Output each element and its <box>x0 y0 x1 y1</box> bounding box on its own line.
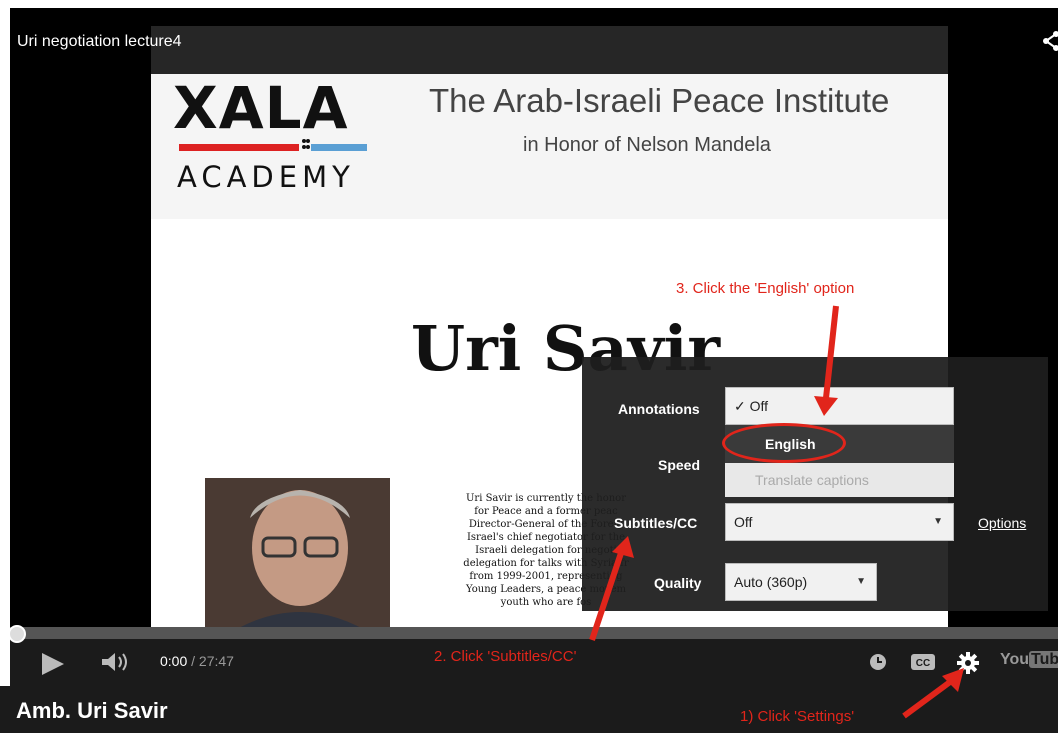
options-link[interactable]: Options <box>978 515 1026 531</box>
subtitles-label: Subtitles/CC <box>614 515 698 531</box>
logo-red-bar <box>179 144 299 151</box>
speaker-portrait <box>205 478 390 636</box>
quality-label: Quality <box>654 575 702 591</box>
quality-select[interactable]: Auto (360p) ▼ <box>725 563 877 601</box>
speed-label: Speed <box>658 457 701 473</box>
logo-dots-icon <box>302 139 310 149</box>
tutorial-screenshot: ꓫALA ACADEMY The Arab-Israeli Peace Inst… <box>0 0 1058 733</box>
portrait-illustration <box>205 478 390 636</box>
cc-icon[interactable]: CC <box>910 651 936 673</box>
logo-subtext: ACADEMY <box>177 160 355 194</box>
instruction-step-2: 2. Click 'Subtitles/CC' <box>434 648 577 665</box>
play-icon[interactable] <box>42 653 64 675</box>
annotations-select[interactable]: ✓ Off <box>725 387 954 425</box>
highlight-oval <box>722 423 846 463</box>
yala-academy-logo: ꓫALA ACADEMY <box>173 74 373 204</box>
slide-header: ꓫALA ACADEMY The Arab-Israeli Peace Inst… <box>151 26 948 219</box>
instruction-step-1: 1) Click 'Settings' <box>740 708 855 725</box>
time-total: / 27:47 <box>187 653 234 669</box>
svg-text:CC: CC <box>916 658 930 669</box>
settings-panel: Annotations ✓ Off English Speed Translat… <box>582 357 1048 611</box>
clock-icon[interactable] <box>868 651 888 673</box>
youtube-logo[interactable]: YouTube <box>1000 651 1058 669</box>
volume-icon[interactable] <box>100 651 134 673</box>
scrubber-handle[interactable] <box>8 625 26 643</box>
time-display: 0:00 / 27:47 <box>160 653 234 669</box>
time-current: 0:00 <box>160 653 188 669</box>
slide-header-dark-band <box>151 26 948 74</box>
progress-bar[interactable] <box>10 627 1058 639</box>
subtitles-select-value: Off <box>734 514 753 530</box>
institute-subtitle: in Honor of Nelson Mandela <box>523 134 771 156</box>
share-icon[interactable] <box>1042 30 1058 52</box>
quality-select-value: Auto (360p) <box>734 574 808 590</box>
dropdown-caret-icon: ▼ <box>856 576 866 587</box>
dropdown-caret-icon: ▼ <box>933 516 943 527</box>
subtitle-option-translate[interactable]: Translate captions <box>725 463 954 497</box>
subtitles-select[interactable]: Off ▼ <box>725 503 954 541</box>
video-title[interactable]: Uri negotiation lecture4 <box>17 33 182 51</box>
youtube-logo-you: You <box>1000 651 1030 668</box>
youtube-logo-tube: Tube <box>1029 651 1058 668</box>
institute-title: The Arab-Israeli Peace Institute <box>429 82 890 119</box>
gear-icon[interactable] <box>956 651 980 675</box>
annotations-label: Annotations <box>618 401 700 417</box>
logo-word: ꓫALA <box>173 74 349 142</box>
caption-title: Amb. Uri Savir <box>16 698 168 723</box>
logo-blue-bar <box>311 144 367 151</box>
instruction-step-3: 3. Click the 'English' option <box>676 280 855 297</box>
